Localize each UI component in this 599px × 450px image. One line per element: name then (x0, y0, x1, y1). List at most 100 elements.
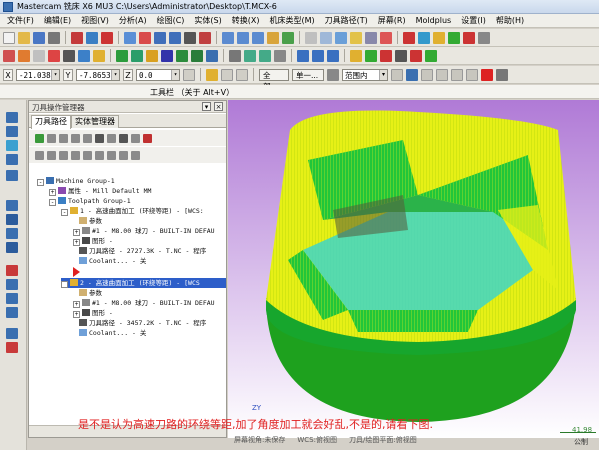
contour-icon[interactable] (6, 170, 18, 181)
xform-icon[interactable] (410, 49, 422, 62)
rotate-icon[interactable] (259, 49, 271, 62)
point-icon[interactable] (3, 49, 15, 62)
tree-op2-geometry[interactable]: + 图形 - (73, 308, 113, 318)
verify-icon[interactable] (403, 31, 415, 44)
down-arrow-icon[interactable] (6, 154, 18, 165)
menu-toolpaths[interactable]: 刀具路径(T) (320, 15, 373, 26)
wcs-status[interactable]: WCS:俯视图 (297, 435, 337, 445)
plus-icon[interactable] (116, 49, 128, 62)
menu-screen[interactable]: 屏幕(R) (373, 15, 411, 26)
tree-op2-toolpath[interactable]: 刀具路径 - 3457.2K - T.NC - 程序 (79, 318, 206, 328)
level-all-button[interactable]: 全部... (259, 68, 289, 91)
translate-icon[interactable] (244, 49, 256, 62)
front-view-icon[interactable] (237, 31, 249, 44)
scroll-to-insert-icon[interactable] (107, 150, 116, 160)
open-file-icon[interactable] (18, 31, 30, 44)
move-up-icon[interactable] (83, 150, 92, 160)
menu-edit[interactable]: 编辑(E) (39, 15, 76, 26)
surface-icon[interactable] (297, 49, 309, 62)
tree-properties[interactable]: + 属性 - Mill Default MM (49, 186, 151, 196)
tree-op2-tool[interactable]: + #1 - M8.00 球刀 - BUILT-IN DEFAU (73, 298, 215, 308)
trim-toolpath-icon[interactable] (6, 342, 18, 353)
tree-machine-group[interactable]: - Machine Group-1 (37, 176, 115, 186)
toggle-display-icon[interactable] (47, 150, 56, 160)
menu-help[interactable]: 帮助(H) (491, 15, 529, 26)
menu-create[interactable]: 绘图(C) (152, 15, 190, 26)
only-show-icon[interactable] (119, 150, 128, 160)
select-all-ops-icon[interactable] (35, 133, 44, 143)
print-icon[interactable] (48, 31, 60, 44)
line-icon[interactable] (18, 49, 30, 62)
tab-toolpaths[interactable]: 刀具路径 (31, 115, 71, 129)
mill-icon[interactable] (6, 126, 18, 137)
redo-icon[interactable] (86, 31, 98, 44)
tree-op2-parameters[interactable]: 参数 (79, 288, 102, 298)
pocket-icon[interactable] (6, 214, 18, 225)
backplot-icon[interactable] (380, 31, 392, 44)
tree-operation-1[interactable]: -1 - 高速曲面加工 (环绕等距) - [WCS: (61, 206, 204, 216)
dirty-regen-icon[interactable] (463, 31, 475, 44)
multiaxis-icon[interactable] (6, 293, 18, 304)
lock-ops-icon[interactable] (35, 150, 44, 160)
tab-solids[interactable]: 实体管理器 (71, 115, 119, 128)
shaded-icon[interactable] (335, 31, 347, 44)
vector-select-icon[interactable] (436, 68, 448, 81)
z-coordinate-field[interactable]: 0.0 ▾ (136, 68, 180, 81)
panel-close-icon[interactable]: × (214, 102, 223, 111)
spline-icon[interactable] (93, 49, 105, 62)
tree-op2-coolant[interactable]: Coolant... - 关 (79, 328, 146, 338)
verify-ops-icon[interactable] (95, 133, 104, 143)
tplane-status[interactable]: 刀具/绘图平面:俯视图 (349, 435, 417, 445)
solid-icon[interactable] (312, 49, 324, 62)
menu-xform[interactable]: 转换(X) (227, 15, 265, 26)
extrude-icon[interactable] (327, 49, 339, 62)
y-coordinate-field[interactable]: -7.86536 ▾ (76, 68, 120, 81)
trim-icon[interactable] (161, 49, 173, 62)
regen-icon[interactable] (448, 31, 460, 44)
repaint-icon[interactable] (184, 31, 196, 44)
tree-op1-parameters[interactable]: 参数 (79, 216, 102, 226)
top-view-icon[interactable] (222, 31, 234, 44)
chain-select-icon[interactable] (406, 68, 418, 81)
selection-range-select[interactable]: 范围内 ▾ (342, 68, 388, 81)
surface-finish-icon[interactable] (6, 265, 18, 276)
unzoom-icon[interactable] (199, 31, 211, 44)
face-icon[interactable] (6, 228, 18, 239)
new-file-icon[interactable] (3, 31, 15, 44)
zoom-in-icon[interactable] (154, 31, 166, 44)
area-select-icon[interactable] (451, 68, 463, 81)
backplot-ops-icon[interactable] (83, 133, 92, 143)
zoom-out-icon[interactable] (169, 31, 181, 44)
nc-icon[interactable] (425, 49, 437, 62)
rectangle-icon[interactable] (78, 49, 90, 62)
tree-op1-tool[interactable]: + #1 - M8.00 球刀 - BUILT-IN DEFAU (73, 226, 215, 236)
tree-op1-coolant[interactable]: Coolant... - 关 (79, 256, 146, 266)
selection-settings-icon[interactable] (221, 68, 233, 81)
tree-op1-toolpath[interactable]: 刀具路径 - 2727.3K - T.NC - 程序 (79, 246, 206, 256)
fit-screen-icon[interactable] (139, 31, 151, 44)
offset-icon[interactable] (176, 49, 188, 62)
fast-point-icon[interactable] (183, 68, 195, 81)
fillet-icon[interactable] (48, 49, 60, 62)
selection-lock-icon[interactable] (206, 68, 218, 81)
selection-filter-icon[interactable] (236, 68, 248, 81)
cut-icon[interactable] (380, 49, 392, 62)
screen-view-status[interactable]: 屏幕视角:未保存 (234, 435, 285, 445)
zoom-window-icon[interactable] (124, 31, 136, 44)
clear-select-icon[interactable] (481, 68, 493, 81)
circle-center-icon[interactable] (146, 49, 158, 62)
x-coordinate-field[interactable]: -21.0387 ▾ (16, 68, 60, 81)
scale-icon[interactable] (274, 49, 286, 62)
tree-operation-2[interactable]: -2 - 高速曲面加工 (环绕等距) - [WCS (61, 278, 226, 288)
insert-arrow-icon[interactable] (95, 150, 104, 160)
line-endpoints-icon[interactable] (131, 49, 143, 62)
lock-icon[interactable] (478, 31, 490, 44)
post-icon[interactable] (418, 31, 430, 44)
stock-icon[interactable] (6, 328, 18, 339)
select-all-icon[interactable] (433, 31, 445, 44)
level-single-button[interactable]: 单一... (292, 68, 324, 81)
right-view-icon[interactable] (252, 31, 264, 44)
delete-icon[interactable] (101, 31, 113, 44)
menu-analyze[interactable]: 分析(A) (114, 15, 152, 26)
mirror-icon[interactable] (206, 49, 218, 62)
